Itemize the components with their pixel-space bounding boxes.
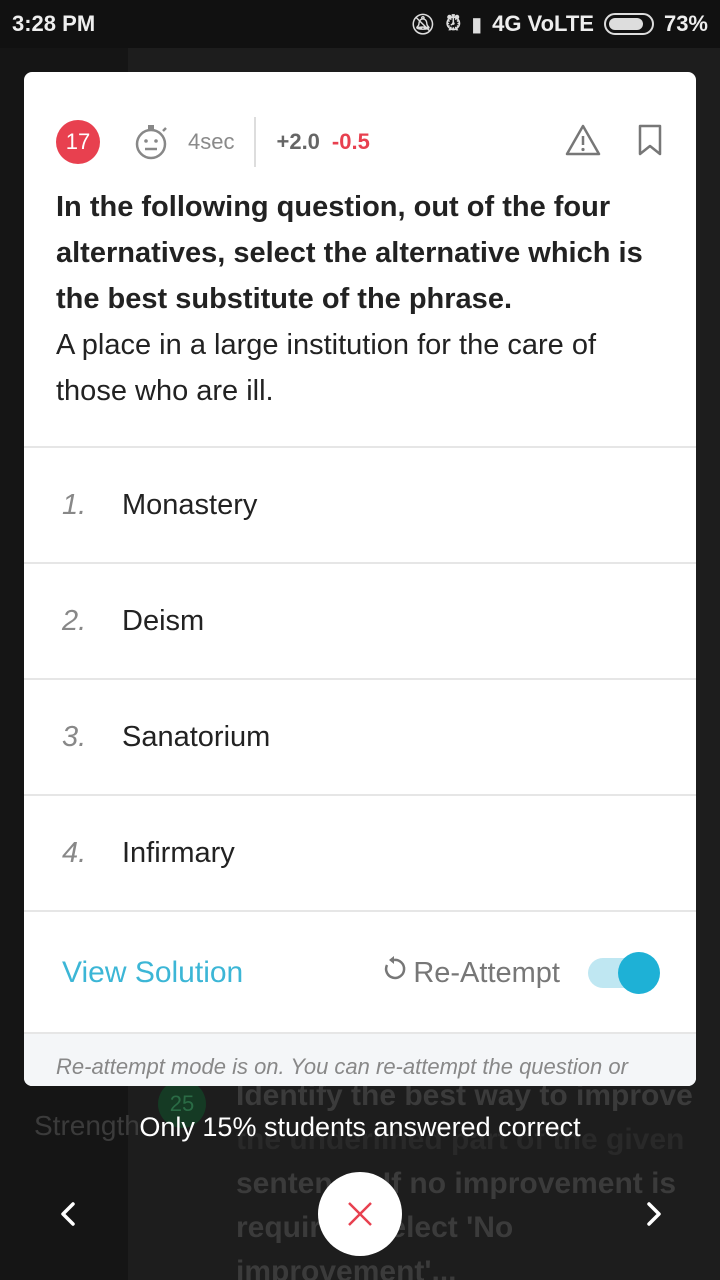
chevron-right-icon [647,1202,661,1226]
option-label: Infirmary [122,836,235,869]
reattempt-notice: Re-attempt mode is on. You can re-attemp… [24,1032,696,1086]
option-3[interactable]: 3. Sanatorium [24,680,696,796]
status-bar: 3:28 PM 🔕︎ ⏰︎ ▮ 4G VoLTE 73% [0,0,720,48]
bookmark-icon[interactable] [636,123,664,162]
option-number: 2. [62,604,87,637]
question-card: 17 4sec +2.0 -0.5 In the following quest… [24,72,696,1086]
header-actions [564,123,664,162]
option-label: Deism [122,604,205,637]
question-instruction: In the following question, out of the fo… [56,191,643,315]
answer-stats-toast: Only 15% students answered correct [139,1112,581,1142]
positive-marks: +2.0 [276,129,320,154]
header-divider [254,117,257,167]
question-text: A place in a large institution for the c… [56,329,597,407]
status-time: 3:28 PM [12,11,96,36]
previous-button[interactable] [48,1192,88,1236]
timer-icon [134,124,170,160]
option-number: 4. [62,836,87,869]
warning-icon[interactable] [564,123,602,162]
option-label: Sanatorium [122,720,271,753]
question-body: In the following question, out of the fo… [56,184,664,414]
question-header: 17 4sec +2.0 -0.5 [56,117,664,167]
chevron-left-icon [61,1202,75,1226]
question-actions: View Solution Re-Attempt [24,914,696,1032]
signal-icon: ▮ [471,13,483,36]
battery-icon [603,13,654,35]
refresh-icon [381,956,407,990]
battery-level: 73% [663,11,708,36]
network-label: 4G VoLTE [492,11,594,36]
option-label: Monastery [122,488,258,521]
reattempt-label: Re-Attempt [413,956,560,989]
next-button[interactable] [634,1192,674,1236]
question-number-badge: 17 [56,120,100,164]
option-1[interactable]: 1. Monastery [24,448,696,564]
alarm-icon: ⏰︎ [445,12,462,35]
view-solution-link[interactable]: View Solution [62,956,243,990]
option-4[interactable]: 4. Infirmary [24,796,696,912]
close-button[interactable] [318,1172,402,1256]
option-number: 3. [62,720,87,753]
mute-icon: 🔕︎ [410,13,436,36]
negative-marks: -0.5 [331,129,370,154]
toggle-knob [618,952,660,994]
time-spent: 4sec [188,129,235,154]
status-right: 🔕︎ ⏰︎ ▮ 4G VoLTE 73% [410,11,708,37]
option-number: 1. [62,488,87,521]
option-2[interactable]: 2. Deism [24,564,696,680]
reattempt-control[interactable]: Re-Attempt [381,956,560,990]
reattempt-toggle[interactable] [588,952,660,994]
close-icon [348,1202,372,1226]
background-line: sentence. If no improvement is [236,1167,677,1200]
options-list: 1. Monastery 2. Deism 3. Sanatorium 4. I… [24,446,696,912]
